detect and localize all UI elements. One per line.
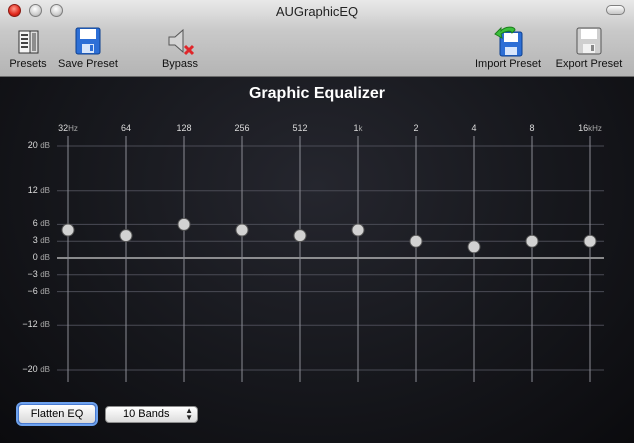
db-label: 6 dB [0, 218, 50, 228]
eq-title: Graphic Equalizer [248, 85, 386, 102]
db-label: 20 dB [0, 140, 50, 150]
frequency-value: 4 [471, 123, 477, 133]
db-unit: dB [40, 269, 50, 279]
db-value: 20 [27, 140, 41, 150]
db-unit: dB [40, 286, 50, 296]
db-value: −3 [27, 268, 41, 279]
frequency-unit: Hz [68, 124, 78, 133]
select-arrows-icon: ▲ ▼ [185, 406, 193, 422]
frequency-value: 16 [578, 123, 589, 133]
db-label: −3 dB [0, 269, 50, 279]
flatten-eq-button[interactable]: Flatten EQ [18, 404, 96, 424]
frequency-label: 128 [176, 123, 191, 133]
toolbar-toggle-button[interactable] [606, 5, 625, 15]
db-unit: dB [40, 185, 50, 195]
db-unit: dB [40, 365, 50, 374]
frequency-value: 64 [120, 123, 132, 133]
bands-select-value: 10 Bands [123, 408, 170, 420]
floppy-disk-icon [75, 27, 101, 55]
db-unit: dB [40, 320, 50, 330]
export-preset-label: Export Preset [555, 58, 623, 70]
db-label: 3 dB [0, 235, 50, 245]
frequency-unit: kHz [588, 124, 602, 133]
import-icon [494, 26, 523, 57]
frequency-value: 2 [413, 123, 419, 133]
db-label: −6 dB [0, 286, 50, 296]
db-value: 12 [27, 184, 41, 195]
db-label: 0 dB [0, 252, 50, 262]
db-unit: dB [40, 219, 50, 229]
presets-label: Presets [9, 58, 47, 70]
frequency-value: 256 [234, 123, 250, 133]
frequency-label: 4 [471, 123, 476, 133]
save-preset-button[interactable]: Save Preset [56, 24, 120, 70]
frequency-label: 16kHz [578, 123, 602, 133]
speaker-mute-icon [168, 28, 195, 56]
frequency-value: 512 [292, 123, 308, 133]
window-title: AUGraphicEQ [275, 4, 359, 19]
import-preset-button[interactable]: Import Preset [470, 24, 546, 70]
frequency-label: 2 [413, 123, 418, 133]
db-label: −20 dB [0, 364, 50, 374]
db-value: −12 [22, 319, 41, 330]
import-preset-label: Import Preset [474, 58, 542, 70]
frequency-unit: k [358, 124, 363, 133]
save-preset-label: Save Preset [58, 58, 118, 70]
db-unit: dB [40, 236, 50, 246]
eq-panel [0, 77, 634, 443]
export-preset-button[interactable]: Export Preset [552, 24, 626, 70]
db-label: −12 dB [0, 319, 50, 329]
frequency-label: 512 [292, 123, 307, 133]
frequency-value: 32 [58, 123, 69, 133]
frequency-label: 8 [529, 123, 534, 133]
plugin-window: AUGraphicEQ Presets Save Preset Bypass I… [0, 0, 634, 443]
bypass-label: Bypass [161, 58, 199, 70]
export-disk-icon [576, 27, 602, 55]
frequency-value: 8 [529, 123, 535, 133]
db-unit: dB [40, 253, 50, 262]
frequency-label: 32Hz [58, 123, 78, 133]
db-value: −20 [22, 364, 41, 374]
presets-button[interactable]: Presets [8, 24, 48, 70]
db-value: −6 [27, 285, 41, 296]
db-unit: dB [40, 141, 50, 150]
frequency-label: 1k [353, 123, 362, 133]
frequency-label: 64 [121, 123, 131, 133]
presets-icon [18, 30, 39, 54]
frequency-value: 128 [176, 123, 192, 133]
frequency-label: 256 [234, 123, 249, 133]
bands-select[interactable]: 10 Bands ▲ ▼ [105, 406, 198, 423]
title-bar: AUGraphicEQ Presets Save Preset Bypass I… [0, 0, 634, 77]
bypass-button[interactable]: Bypass [158, 24, 202, 70]
db-label: 12 dB [0, 185, 50, 195]
